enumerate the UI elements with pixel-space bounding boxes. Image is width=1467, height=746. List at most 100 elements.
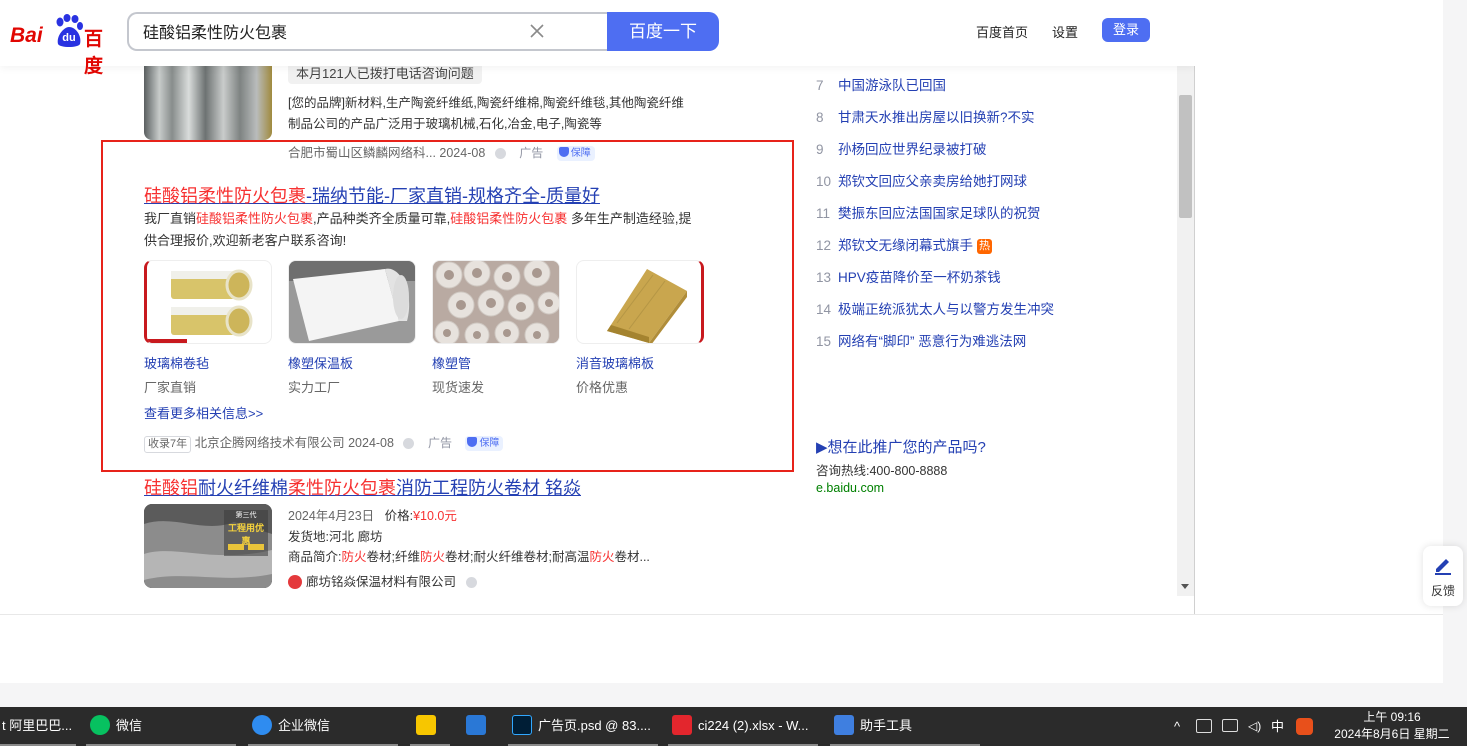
hot-rank: 12 [816,238,832,253]
title-keyword: 硅酸铝柔性防火包裹 [144,186,306,206]
taskbar-item[interactable] [410,707,450,746]
search-input[interactable] [143,22,523,40]
guarantee-label: 保障 [479,438,500,450]
desc-part: 我厂直销 [144,211,197,226]
nav-home-link[interactable]: 百度首页 [976,22,1028,41]
desc-keyword: 硅酸铝柔性防火包裹 [196,211,314,226]
login-button[interactable]: 登录 [1102,18,1150,42]
product-link[interactable]: 消音玻璃棉板 [576,353,654,372]
product-link[interactable]: 橡塑管 [432,353,471,372]
taskbar-item[interactable]: 助手工具 [830,707,980,746]
taskbar-item[interactable] [458,707,500,746]
desc-part: ,产品种类齐全质量可靠, [313,211,451,226]
taskbar-item[interactable]: t 阿里巴巴... [0,707,76,746]
baidu-logo[interactable]: Bai du 百度 [10,14,114,77]
product-image-rubber-board[interactable] [288,260,416,344]
scroll-thumb[interactable] [1179,95,1192,218]
feedback-button[interactable]: 反馈 [1423,546,1463,606]
wechat-icon [90,715,110,735]
ime-indicator[interactable]: 中 [1271,707,1284,746]
title-rest: -瑞纳节能-厂家直销-规格齐全-质量好 [306,186,600,206]
hot-list-item[interactable]: 13 HPV疫苗降价至一杯奶茶钱 [816,266,1001,286]
thumbnail-caption: 第三代 [235,512,257,519]
guarantee-badge[interactable]: 保障 [465,436,504,452]
page-scrollbar[interactable] [1177,0,1194,596]
result-description: [您的品牌]新材料,生产陶瓷纤维纸,陶瓷纤维棉,陶瓷纤维毯,其他陶瓷纤维 制品公… [288,93,684,135]
hot-rank: 8 [816,110,824,125]
wps-icon [672,715,692,735]
product-link[interactable]: 橡塑保温板 [288,353,353,372]
photoshop-icon [512,715,532,735]
product-subtitle: 实力工厂 [288,380,341,395]
hot-list-item[interactable]: 12 郑钦文无缘闭幕式旗手热 [816,234,992,254]
browser-page: 本月121人已拨打电话咨询问题 [您的品牌]新材料,生产陶瓷纤维纸,陶瓷纤维棉,… [0,0,1195,614]
intro-keyword: 防火 [419,550,445,564]
product-link[interactable]: 玻璃棉卷毡 [144,353,209,372]
title-keyword: 硅酸铝 [144,478,198,498]
clock-time: 上午 09:16 [1363,710,1421,724]
hot-list-item[interactable]: 9 孙杨回应世界纪录被打破 [816,138,987,158]
app-plus-icon [466,715,486,735]
blank-area [0,683,1467,707]
promo-url[interactable]: e.baidu.com [816,481,884,495]
hot-text: 郑钦文无缘闭幕式旗手 [838,238,973,253]
hot-rank: 7 [816,78,824,93]
intro-part: 卷材... [614,550,650,564]
source-text: 北京企腾网络技术有限公司 2024-08 [194,436,394,450]
more-info-link[interactable]: 查看更多相关信息>> [144,403,263,422]
hot-list-item[interactable]: 10 郑钦文回应父亲卖房给她打网球 [816,170,1027,190]
taskbar-label: 企业微信 [278,718,331,733]
sogou-input-icon[interactable] [1296,718,1313,735]
hot-list-item[interactable]: 11 樊振东回应法国国家足球队的祝贺 [816,202,1041,222]
product-image-rubber-pipe[interactable] [432,260,560,344]
feedback-label: 反馈 [1430,584,1455,598]
nav-settings-link[interactable]: 设置 [1052,22,1078,41]
company-name[interactable]: 廊坊铭焱保温材料有限公司 [306,575,456,589]
logo-text: 百度 [84,29,104,77]
promo-link[interactable]: ▶想在此推广您的产品吗? [816,436,986,457]
scroll-down-arrow-icon[interactable] [1181,584,1189,589]
taskbar-item[interactable]: 微信 [86,707,236,746]
hot-rank: 15 [816,334,832,349]
product-image-acoustic-board[interactable] [576,260,704,344]
title-keyword: 柔性防火包裹 [288,478,396,498]
result-thumbnail-fire-wrap[interactable]: 第三代 工程用优惠 [144,504,272,588]
title-part: 耐火纤维棉 [198,478,288,498]
promo-hotline: 咨询热线:400-800-8888 [816,464,948,478]
hot-rank: 10 [816,174,832,189]
ad-title-link[interactable]: 硅酸铝柔性防火包裹-瑞纳节能-厂家直销-规格齐全-质量好 [144,182,600,208]
logo-text: Bai [10,24,43,47]
hot-text: 中国游泳队已回国 [838,78,946,93]
hot-text: 甘肃天水推出房屋以旧换新?不实 [838,110,1035,125]
hot-list-item[interactable]: 14 极端正统派犹太人与以警方发生冲突 [816,298,1054,318]
search-button[interactable]: 百度一下 [607,12,719,51]
product-image-glass-wool-roll[interactable] [144,260,272,344]
result-thumbnail-fiber[interactable] [144,56,272,140]
price-label: 价格: [384,509,414,523]
taskbar-item[interactable]: 企业微信 [248,707,398,746]
taskbar-item[interactable]: 广告页.psd @ 83.... [508,707,658,746]
info-dot-icon[interactable] [465,577,477,589]
hot-text: 郑钦文回应父亲卖房给她打网球 [838,174,1027,189]
hot-rank: 11 [816,206,831,221]
hot-list-item[interactable]: 8 甘肃天水推出房屋以旧换新?不实 [816,106,1035,126]
price-value: ¥10.0元 [413,509,457,523]
clear-icon[interactable] [527,21,547,41]
volume-icon[interactable]: ◁) [1248,707,1261,746]
hot-text: 樊振东回应法国国家足球队的祝贺 [838,206,1041,221]
result-meta: 2024年4月23日 价格:¥10.0元 [288,505,457,524]
hot-rank: 9 [816,142,824,157]
network-icon[interactable] [1222,719,1238,732]
title-part: 消防工程防火卷材 铭焱 [396,478,581,498]
taskbar-label: 微信 [116,718,143,733]
hot-list-item[interactable]: 15 网络有“脚印” 恶意行为难逃法网 [816,330,1026,350]
taskbar-item[interactable]: ci224 (2).xlsx - W... [668,707,818,746]
info-dot-icon[interactable] [403,438,415,450]
hot-list-item[interactable]: 7 中国游泳队已回国 [816,74,946,94]
tray-app-icon[interactable] [1196,719,1212,733]
search-header: Bai du 百度 百度一下 百度首页 设置 登录 [0,0,1195,77]
system-clock[interactable]: 上午 09:16 2024年8月6日 星期二 [1330,709,1454,743]
tray-chevron-up-icon[interactable]: ^ [1174,707,1180,746]
product-subtitle: 价格优惠 [576,380,629,395]
result-title-link[interactable]: 硅酸铝耐火纤维棉柔性防火包裹消防工程防火卷材 铭焱 [144,474,581,500]
